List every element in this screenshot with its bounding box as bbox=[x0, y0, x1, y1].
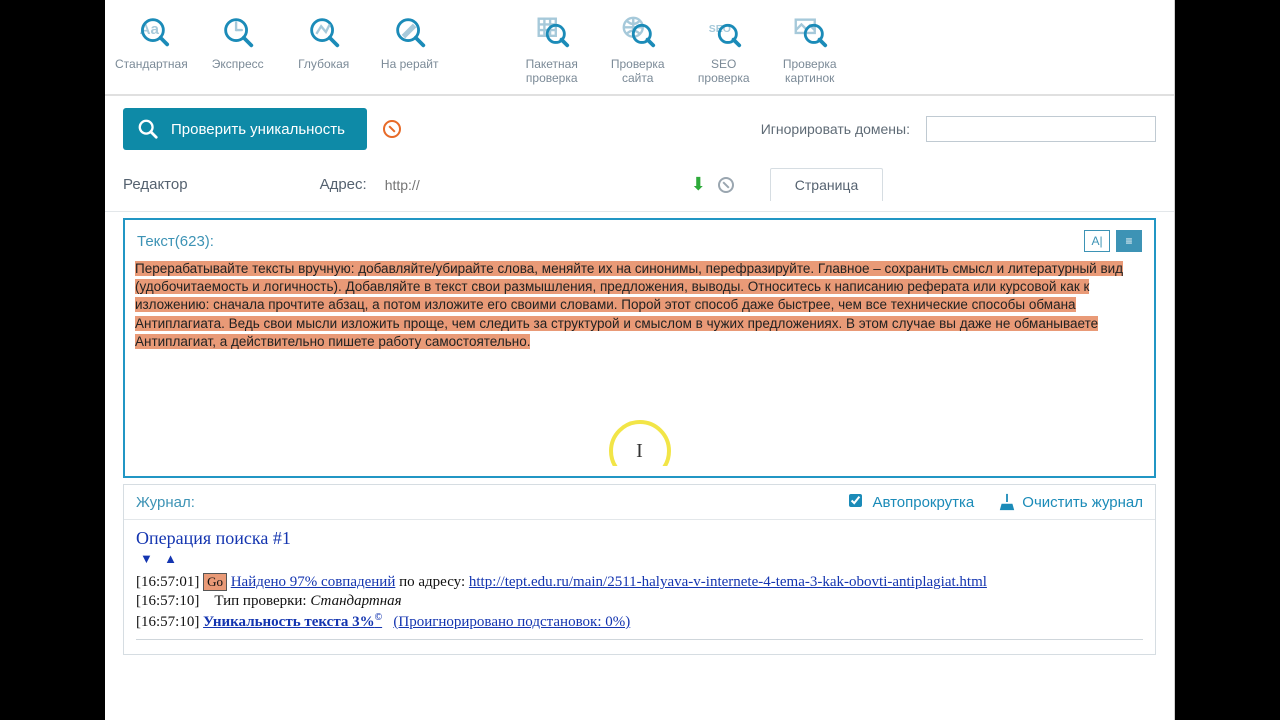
broom-icon bbox=[998, 493, 1016, 511]
check-uniqueness-label: Проверить уникальность bbox=[171, 121, 345, 138]
rewrite-icon bbox=[388, 10, 432, 54]
editor-label: Редактор bbox=[123, 176, 188, 193]
toolbar-express-label: Экспресс bbox=[212, 58, 264, 72]
matches-link[interactable]: Найдено 97% совпадений bbox=[231, 574, 396, 590]
toolbar-rewrite[interactable]: На рерайт bbox=[374, 6, 446, 72]
site-icon bbox=[616, 10, 660, 54]
check-uniqueness-button[interactable]: Проверить уникальность bbox=[123, 108, 367, 150]
view-mode-text-icon[interactable]: A| bbox=[1084, 230, 1110, 252]
toolbar-deep-label: Глубокая bbox=[298, 58, 349, 72]
sort-arrows-icon[interactable]: ▼ ▲ bbox=[140, 551, 1143, 567]
toolbar-site-label: Проверка сайта bbox=[611, 58, 665, 86]
timestamp: [16:57:10] bbox=[136, 614, 199, 630]
journal-line: [16:57:10] Уникальность текста 3%© (Прои… bbox=[136, 612, 1143, 631]
uniqueness-link[interactable]: Уникальность текста 3%© bbox=[203, 614, 382, 630]
check-type-label: Тип проверки: bbox=[214, 593, 310, 609]
toolbar-batch[interactable]: Пакетная проверка bbox=[516, 6, 588, 86]
address-label: Адрес: bbox=[320, 176, 367, 193]
ignore-domains-input[interactable] bbox=[926, 116, 1156, 142]
toolbar-group-right: Пакетная проверка Проверка сайта SEO bbox=[516, 6, 846, 86]
batch-icon bbox=[530, 10, 574, 54]
toolbar-rewrite-label: На рерайт bbox=[381, 58, 439, 72]
action-bar: Проверить уникальность Игнорировать доме… bbox=[105, 96, 1174, 162]
standard-icon: Aa bbox=[129, 10, 173, 54]
source-url-link[interactable]: http://tept.edu.ru/main/2511-halyava-v-i… bbox=[469, 574, 987, 590]
view-mode-icons: A| ≡ bbox=[1084, 230, 1142, 252]
autoscroll-checkbox[interactable] bbox=[849, 494, 862, 507]
at-text: по адресу: bbox=[395, 574, 469, 590]
view-mode-list-icon[interactable]: ≡ bbox=[1116, 230, 1142, 252]
toolbar-deep[interactable]: Глубокая bbox=[288, 6, 360, 72]
text-counter-label: Текст(623): bbox=[137, 233, 214, 250]
seo-icon: SEO bbox=[702, 10, 746, 54]
stop-icon[interactable] bbox=[383, 120, 401, 138]
journal-line: [16:57:10] Тип проверки: Стандартная bbox=[136, 593, 1143, 610]
ignore-domains-label: Игнорировать домены: bbox=[761, 121, 910, 137]
deep-icon bbox=[302, 10, 346, 54]
block-icon[interactable] bbox=[718, 177, 734, 193]
go-badge[interactable]: Go bbox=[203, 573, 227, 591]
timestamp: [16:57:01] bbox=[136, 574, 199, 590]
toolbar-seo-label: SEO проверка bbox=[698, 58, 750, 86]
toolbar-images[interactable]: Проверка картинок bbox=[774, 6, 846, 86]
express-icon bbox=[216, 10, 260, 54]
toolbar-express[interactable]: Экспресс bbox=[202, 6, 274, 72]
operation-title: Операция поиска #1 bbox=[136, 528, 1143, 549]
toolbar-group-left: Aa Стандартная Экспресс bbox=[115, 6, 446, 72]
toolbar-standard-label: Стандартная bbox=[115, 58, 188, 72]
editor-textarea[interactable]: Перерабатывайте тексты вручную: добавляй… bbox=[135, 260, 1144, 466]
clear-journal-button[interactable]: Очистить журнал bbox=[998, 493, 1143, 511]
search-icon bbox=[137, 118, 159, 140]
ignored-subs-link[interactable]: (Проигнорировано подстановок: 0%) bbox=[393, 614, 630, 630]
check-type-value: Стандартная bbox=[310, 593, 401, 609]
divider bbox=[136, 639, 1143, 640]
editor-header: Редактор Адрес: ⬇ Страница bbox=[105, 162, 1174, 212]
autoscroll-label: Автопрокрутка bbox=[872, 494, 974, 511]
toolbar-standard[interactable]: Aa Стандартная bbox=[115, 6, 188, 72]
toolbar-batch-label: Пакетная проверка bbox=[526, 58, 578, 86]
text-cursor-icon: I bbox=[636, 438, 643, 465]
images-icon bbox=[788, 10, 832, 54]
journal-panel: Журнал: Автопрокрутка Очистить журнал Оп… bbox=[123, 484, 1156, 655]
editor-box: Текст(623): A| ≡ Перерабатывайте тексты … bbox=[123, 218, 1156, 478]
journal-line: [16:57:01] Go Найдено 97% совпадений по … bbox=[136, 573, 1143, 591]
toolbar-seo[interactable]: SEO SEO проверка bbox=[688, 6, 760, 86]
top-toolbar: Aa Стандартная Экспресс bbox=[105, 0, 1174, 96]
editor-text: Перерабатывайте тексты вручную: добавляй… bbox=[135, 261, 1123, 349]
address-input[interactable] bbox=[379, 173, 679, 197]
autoscroll-toggle[interactable]: Автопрокрутка bbox=[849, 494, 974, 511]
journal-title: Журнал: bbox=[136, 494, 195, 511]
clear-journal-label: Очистить журнал bbox=[1022, 494, 1143, 511]
toolbar-site[interactable]: Проверка сайта bbox=[602, 6, 674, 86]
journal-body: Операция поиска #1 ▼ ▲ [16:57:01] Go Най… bbox=[124, 520, 1155, 654]
download-icon[interactable]: ⬇ bbox=[691, 174, 706, 195]
timestamp: [16:57:10] bbox=[136, 593, 199, 609]
tab-page[interactable]: Страница bbox=[770, 168, 883, 201]
toolbar-images-label: Проверка картинок bbox=[783, 58, 837, 86]
